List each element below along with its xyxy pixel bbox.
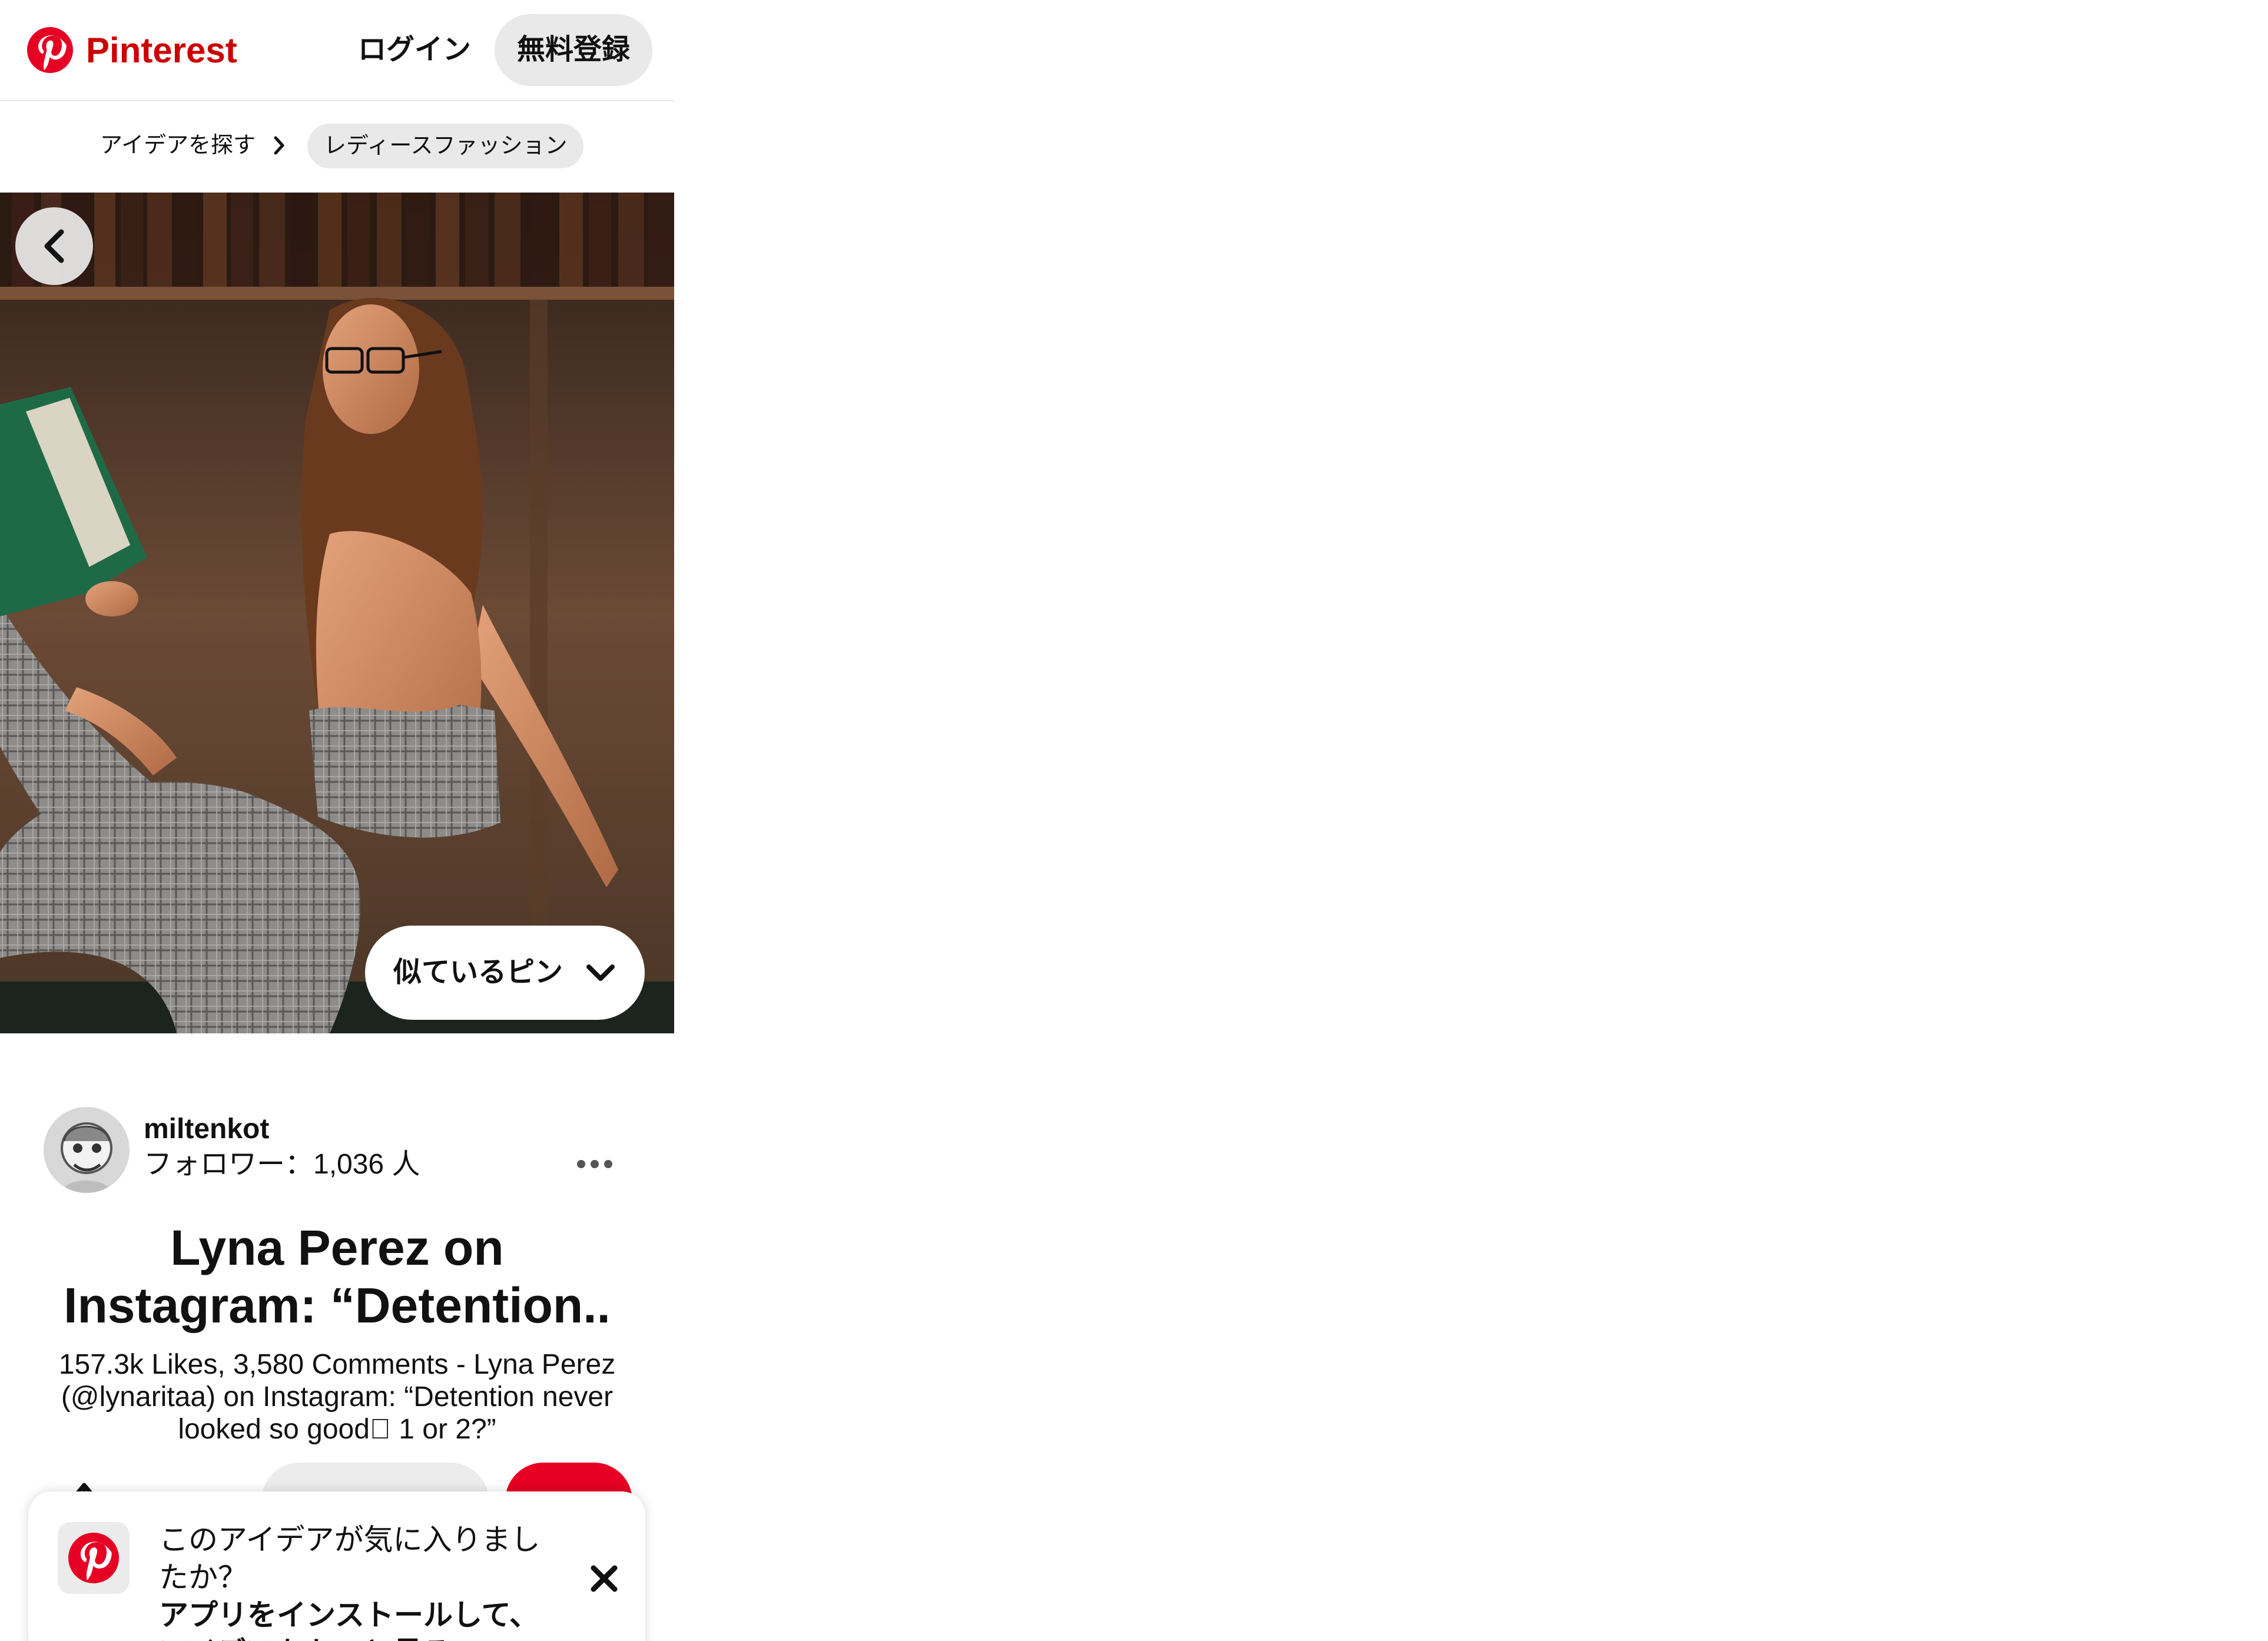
pin-photo	[0, 193, 674, 1033]
breadcrumb-item-womens-fashion[interactable]: レディースファッション	[307, 124, 584, 168]
author-name[interactable]: miltenkot	[144, 1113, 269, 1146]
chevron-left-icon	[44, 229, 64, 263]
login-button[interactable]: ログイン	[347, 29, 482, 71]
signup-button[interactable]: 無料登録	[495, 14, 652, 86]
close-icon[interactable]	[586, 1561, 622, 1596]
chevron-down-icon	[586, 964, 615, 981]
banner-install-link[interactable]: アプリをインストールして、アイデアをもっと見る	[159, 1596, 559, 1641]
pin-title: Lyna Perez on Instagram: “Detention..	[64, 1220, 611, 1333]
chevron-right-icon	[274, 136, 284, 155]
similar-pins-button[interactable]: 似ているピン	[365, 926, 645, 1020]
follower-count: フォロワー：1,036 人	[144, 1149, 420, 1180]
back-button[interactable]	[15, 207, 93, 285]
banner-question: このアイデアが気に入りましたか？	[159, 1523, 541, 1594]
pin-description: 157.3k Likes, 3,580 Comments - Lyna Pere…	[58, 1349, 616, 1445]
pinterest-logo-icon	[68, 1533, 119, 1583]
brand-name[interactable]: Pinterest	[86, 31, 237, 71]
banner-logo	[58, 1522, 130, 1594]
ellipsis-icon[interactable]	[571, 1149, 618, 1179]
pin-image[interactable]	[0, 193, 674, 1033]
top-header: Pinterest ログイン 無料登録	[0, 0, 674, 101]
app-install-banner: このアイデアが気に入りましたか？ アプリをインストールして、アイデアをもっと見る	[28, 1491, 645, 1641]
avatar-image	[44, 1107, 130, 1193]
pinterest-logo-icon[interactable]	[27, 27, 73, 73]
mobile-viewport: Pinterest ログイン 無料登録 アイデアを探す レディースファッション	[0, 0, 674, 1641]
breadcrumb-item-explore[interactable]: アイデアを探す	[100, 131, 256, 160]
similar-pins-label: 似ているピン	[393, 957, 563, 988]
avatar[interactable]	[44, 1107, 130, 1193]
